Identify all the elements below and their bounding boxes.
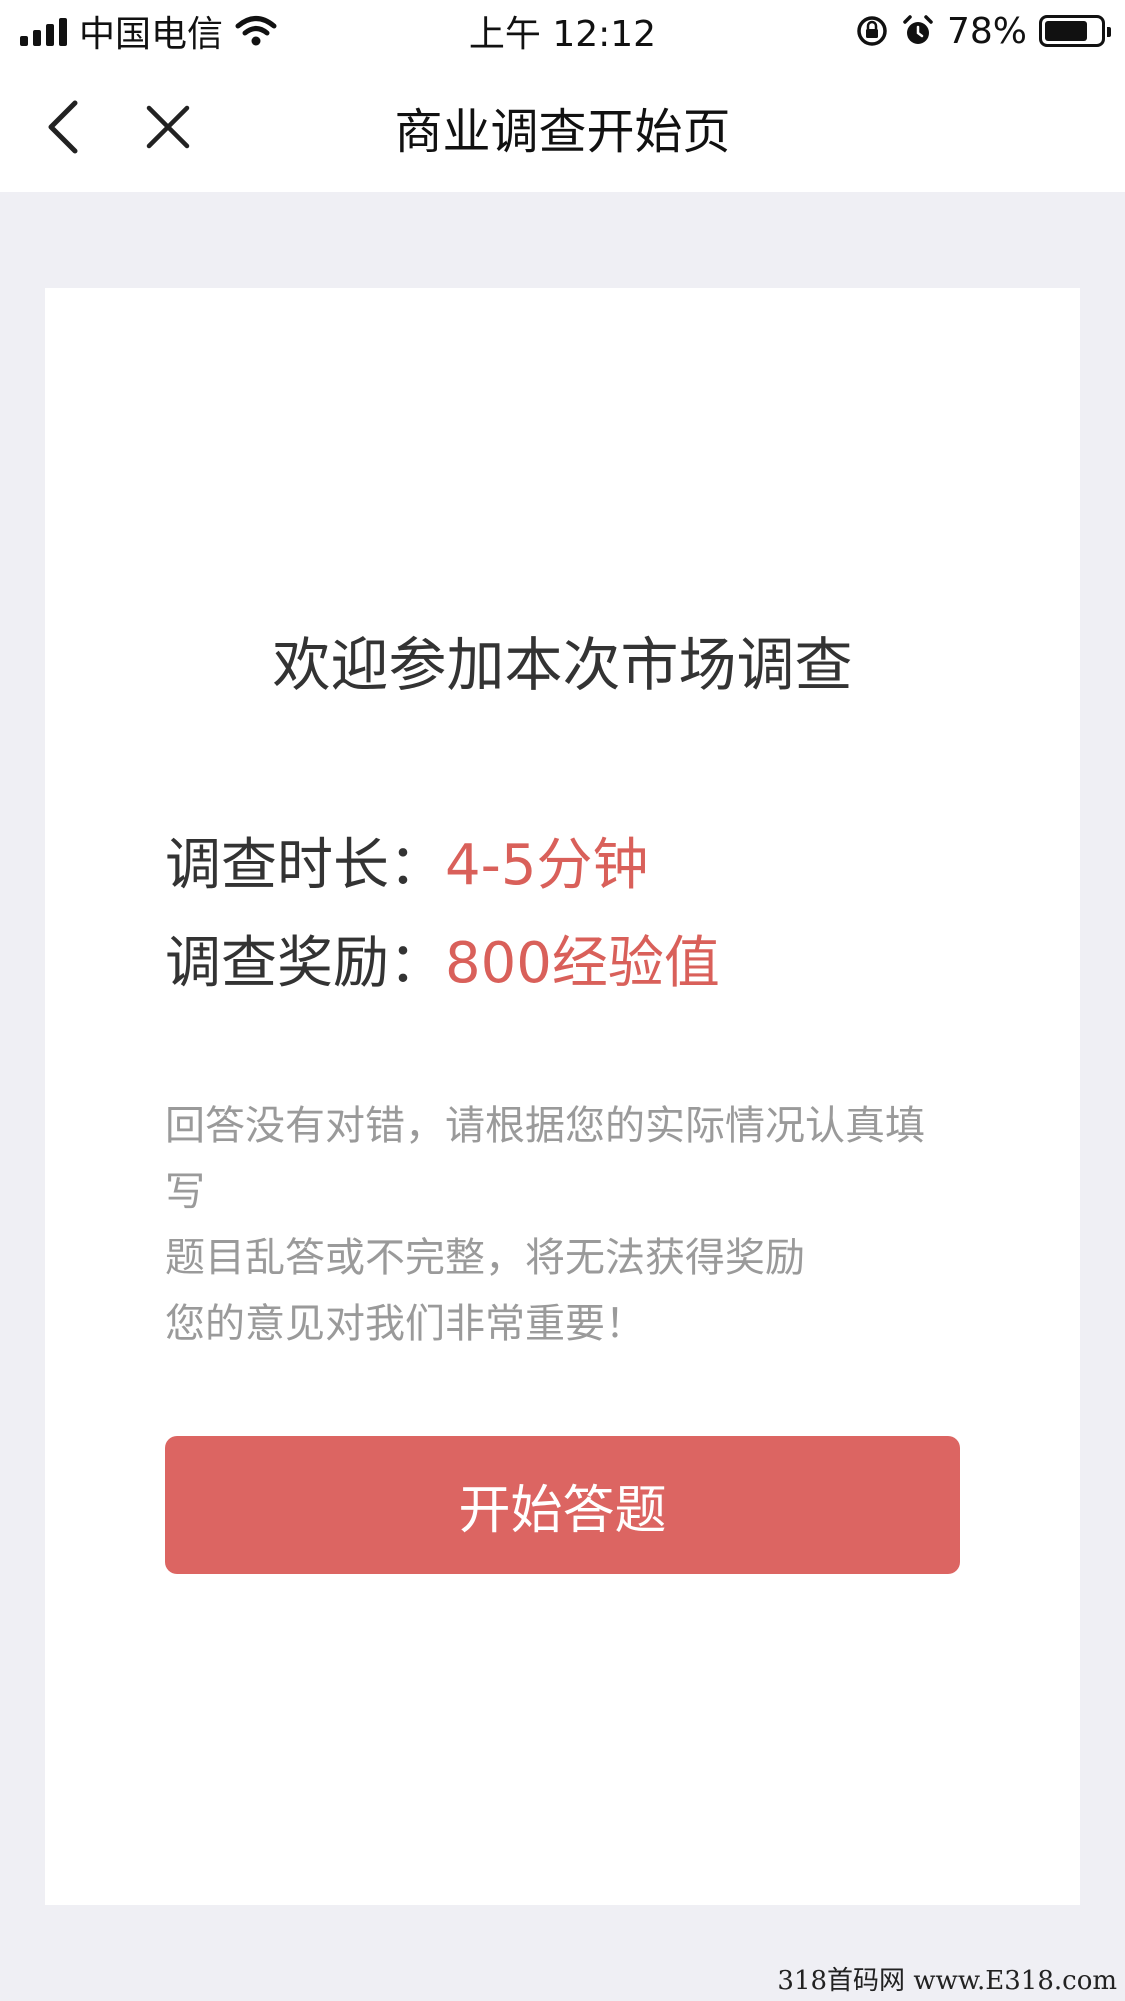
reward-value: 800经验值 (445, 931, 720, 996)
alarm-icon (903, 15, 933, 44)
close-button[interactable] (131, 90, 205, 164)
battery-percent: 78% (946, 10, 1027, 52)
nav-bar: 商业调查开始页 (0, 62, 1125, 192)
rotation-lock-icon (857, 16, 887, 46)
note-line: 您的意见对我们非常重要！ (165, 1301, 645, 1347)
duration-label: 调查时长： (165, 833, 445, 898)
note-line: 题目乱答或不完整，将无法获得奖励 (165, 1235, 805, 1281)
watermark: 318首码网 www.E318.com (777, 1966, 1117, 1996)
back-chevron-icon (48, 100, 78, 154)
signal-icon (20, 16, 67, 46)
survey-notes: 回答没有对错，请根据您的实际情况认真填写 题目乱答或不完整，将无法获得奖励 您的… (165, 1093, 955, 1357)
wifi-icon (235, 16, 277, 46)
survey-card: 欢迎参加本次市场调查 调查时长：4-5分钟 调查奖励：800经验值 回答没有对错… (45, 288, 1080, 1905)
carrier-name: 中国电信 (79, 14, 224, 55)
status-right: 78% (855, 10, 1111, 52)
reward-label: 调查奖励： (165, 931, 445, 996)
duration-row: 调查时长：4-5分钟 (165, 820, 648, 901)
welcome-heading: 欢迎参加本次市场调查 (272, 631, 853, 699)
duration-value: 4-5分钟 (445, 833, 649, 898)
battery-icon (1039, 15, 1111, 47)
start-answering-button[interactable]: 开始答题 (165, 1436, 960, 1574)
status-left: 中国电信 (20, 5, 277, 57)
back-button[interactable] (26, 90, 100, 164)
reward-row: 调查奖励：800经验值 (165, 918, 720, 999)
status-bar: 中国电信 上午 12:12 78% (0, 0, 1125, 62)
close-icon (146, 105, 190, 149)
note-line: 回答没有对错，请根据您的实际情况认真填写 (165, 1103, 925, 1215)
battery-fill (1045, 21, 1088, 41)
